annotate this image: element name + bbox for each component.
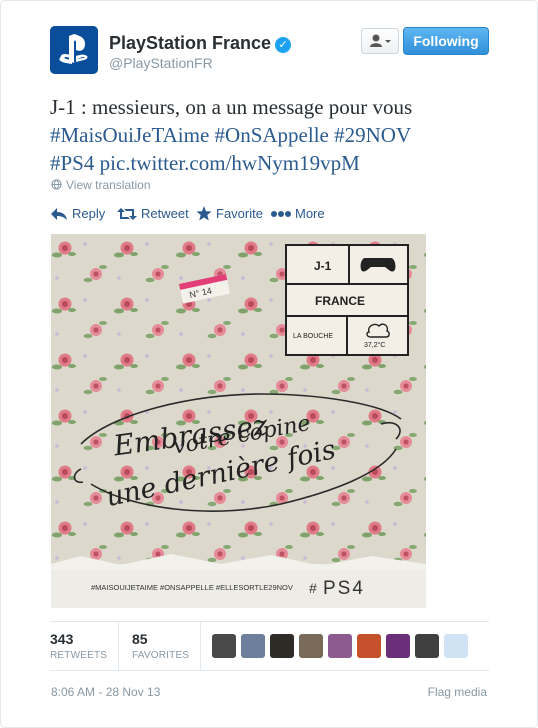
more-button[interactable]: More (271, 206, 325, 221)
poster-hash-symbol: # (309, 580, 317, 596)
grid-city: LA BOUCHE (293, 333, 333, 340)
tweet-line-1: J-1 : messieurs, on a un message pour vo… (50, 95, 413, 119)
grid-temperature: 37,2°C (364, 341, 385, 349)
tweet-stats: 343 RETWEETS 85 FAVORITES (50, 621, 489, 671)
tweet-card: PlayStation France ✓ @PlayStationFR Follo… (0, 0, 538, 728)
view-translation[interactable]: View translation (51, 178, 151, 192)
hashtag-link[interactable]: #PS4 (50, 151, 94, 175)
avatar[interactable] (50, 26, 98, 74)
retweets-stat[interactable]: 343 RETWEETS (50, 631, 107, 661)
globe-icon (51, 179, 62, 190)
retweet-icon (117, 208, 137, 220)
more-dots-icon (271, 211, 291, 217)
grid-day: J-1 (314, 259, 332, 273)
favoriter-avatar[interactable] (357, 634, 381, 658)
hashtag-link[interactable]: #MaisOuiJeTAime (50, 123, 209, 147)
favoriter-avatar[interactable] (415, 634, 439, 658)
grid-country: FRANCE (315, 294, 365, 308)
view-translation-label: View translation (66, 178, 151, 192)
favoriter-avatar[interactable] (212, 634, 236, 658)
playstation-logo-icon (50, 26, 98, 74)
favorites-stat[interactable]: 85 FAVORITES (132, 631, 189, 661)
user-name[interactable]: PlayStation France ✓ (109, 33, 292, 54)
tweet-text: J-1 : messieurs, on a un message pour vo… (50, 93, 480, 177)
reply-icon (51, 208, 67, 220)
favoriter-avatar[interactable] (299, 634, 323, 658)
media-poster: N° 14 J-1 FRANCE LA BOUCHE 37,2°C Embras… (51, 234, 426, 608)
verified-icon: ✓ (275, 37, 292, 53)
poster-hashtags: #MAISOUIJETAIME #ONSAPPELLE #ELLESORTLE2… (91, 583, 293, 592)
more-label: More (295, 206, 325, 221)
media-link[interactable]: pic.twitter.com/hwNym19vpM (100, 151, 360, 175)
following-button[interactable]: Following (403, 27, 489, 55)
favoriter-avatar[interactable] (241, 634, 265, 658)
tweet-media-image[interactable]: N° 14 J-1 FRANCE LA BOUCHE 37,2°C Embras… (51, 234, 426, 608)
flag-media-link[interactable]: Flag media (428, 685, 487, 699)
ps4-logo: PS4 (323, 578, 365, 599)
retweets-count: 343 (50, 631, 74, 647)
tweet-timestamp[interactable]: 8:06 AM - 28 Nov 13 (51, 685, 160, 699)
reply-label: Reply (72, 206, 106, 221)
hashtag-link[interactable]: #OnSAppelle (215, 123, 329, 147)
user-handle[interactable]: @PlayStationFR (109, 55, 213, 71)
favoriter-avatar[interactable] (444, 634, 468, 658)
favoriter-avatar[interactable] (386, 634, 410, 658)
favoriter-avatar[interactable] (270, 634, 294, 658)
reply-button[interactable]: Reply (50, 206, 105, 221)
user-actions-dropdown[interactable] (361, 28, 399, 54)
favorite-label: Favorite (216, 206, 263, 221)
user-name-text: PlayStation France (109, 33, 272, 53)
star-icon (196, 206, 212, 221)
retweet-button[interactable]: Retweet (117, 206, 189, 221)
stat-divider (200, 622, 201, 670)
favorites-count: 85 (132, 631, 148, 647)
retweets-label: RETWEETS (50, 650, 108, 661)
favoriter-avatar[interactable] (328, 634, 352, 658)
hashtag-link[interactable]: #29NOV (334, 123, 411, 147)
favorites-label: FAVORITES (132, 650, 190, 661)
retweet-label: Retweet (141, 206, 189, 221)
user-dropdown-icon (370, 34, 391, 47)
stat-divider (118, 622, 119, 670)
favorite-button[interactable]: Favorite (196, 206, 263, 221)
